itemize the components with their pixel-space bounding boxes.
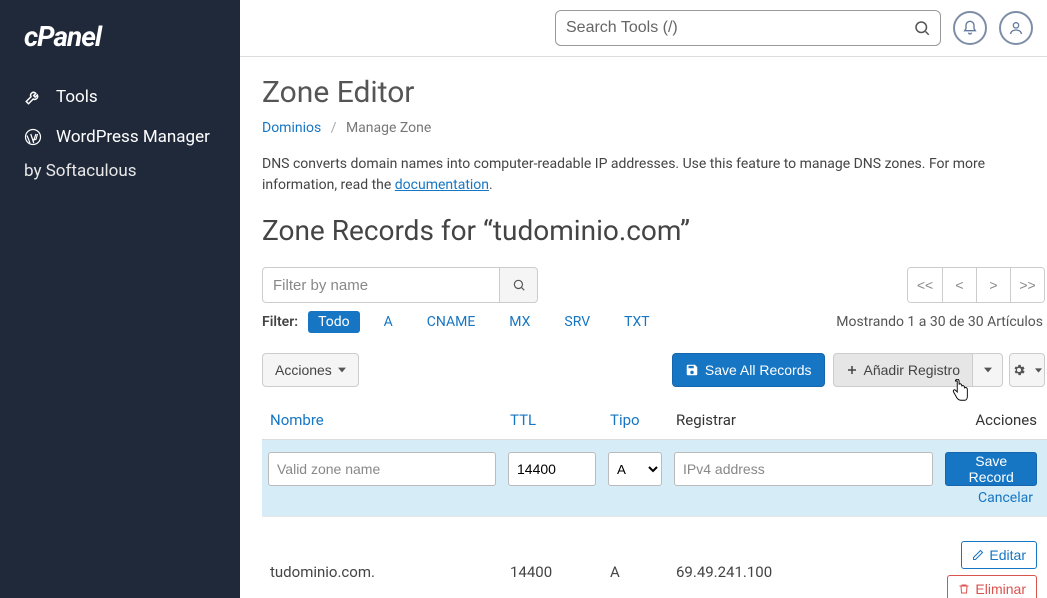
brand-logo: cPanel [0,0,240,77]
gear-icon [1012,363,1026,377]
records-title: Zone Records for “tudominio.com” [262,214,1047,247]
add-record-label: Añadir Registro [864,362,961,378]
caret-down-icon [1035,367,1042,374]
intro-prefix: DNS converts domain names into computer-… [262,156,985,193]
filter-type-mx[interactable]: MX [499,311,540,333]
pager-next[interactable]: > [976,268,1010,302]
filter-type-txt[interactable]: TXT [614,311,659,333]
intro-suffix: . [489,177,493,193]
trash-icon [958,583,970,595]
cell-type: A [602,517,668,598]
filter-type-todo[interactable]: Todo [308,311,360,333]
intro-text: DNS converts domain names into computer-… [262,154,1047,196]
filter-type-a[interactable]: A [374,311,403,333]
sidebar-item-wordpress[interactable]: WordPress Manager [0,117,240,157]
search-input[interactable] [555,10,941,46]
wordpress-icon [24,128,42,146]
account-button[interactable] [999,11,1033,45]
header-bar [240,0,1047,57]
tools-icon [24,88,42,106]
col-actions: Acciones [939,401,1047,440]
new-record-row-actions: Cancelar [262,490,1047,517]
new-record-ttl-input[interactable] [508,452,596,486]
search-icon [913,19,931,37]
sidebar-item-tools[interactable]: Tools [0,77,240,117]
actions-label: Acciones [275,362,332,378]
new-record-register-input[interactable] [674,452,933,486]
bell-icon [962,20,978,36]
table-row: tudominio.com. 14400 A 69.49.241.100 Edi… [262,517,1047,598]
actions-dropdown[interactable]: Acciones [262,353,359,387]
search-button[interactable] [909,15,935,41]
save-all-button[interactable]: Save All Records [672,353,825,387]
save-all-label: Save All Records [705,362,812,378]
edit-label: Editar [989,547,1026,563]
plus-icon [846,364,858,376]
new-record-name-input[interactable] [268,452,496,486]
records-table: Nombre TTL Tipo Registrar Acciones A [262,401,1047,598]
documentation-link[interactable]: documentation [395,177,489,193]
new-record-type-select[interactable]: A [608,452,662,486]
brand-text: cPanel [24,20,101,53]
add-record-dropdown[interactable] [973,353,1003,387]
delete-label: Eliminar [975,581,1026,597]
col-type[interactable]: Tipo [602,401,668,440]
pager-last[interactable]: >> [1010,268,1044,302]
breadcrumb: Dominios / Manage Zone [262,120,1047,136]
save-record-button[interactable]: Save Record [945,452,1037,486]
pencil-icon [972,549,984,561]
breadcrumb-current: Manage Zone [346,120,431,136]
cancel-link[interactable]: Cancelar [978,490,1041,506]
notifications-button[interactable] [953,11,987,45]
filter-input[interactable] [262,267,500,303]
sidebar-item-label: WordPress Manager [56,127,210,147]
col-ttl[interactable]: TTL [502,401,602,440]
edit-button[interactable]: Editar [961,541,1037,569]
cell-name: tudominio.com. [262,517,502,598]
breadcrumb-separator: / [331,120,337,136]
col-name[interactable]: Nombre [262,401,502,440]
pager-first[interactable]: << [908,268,942,302]
caret-down-icon [338,366,346,374]
new-record-row: A Save Record [262,440,1047,491]
showing-count: Mostrando 1 a 30 de 30 Artículos [836,314,1047,330]
filter-input-group [262,267,538,303]
breadcrumb-parent[interactable]: Dominios [262,120,321,136]
pager-prev[interactable]: < [942,268,976,302]
filter-search-button[interactable] [500,267,538,303]
filter-type-srv[interactable]: SRV [554,311,600,333]
sidebar-subline: by Softaculous [0,157,240,181]
pager: << < > >> [907,267,1045,303]
delete-button[interactable]: Eliminar [947,575,1037,598]
search-icon [500,278,537,292]
sidebar: cPanel Tools WordPress Manager by Softac… [0,0,240,598]
col-register: Registrar [668,401,939,440]
filter-label: Filter: [262,314,298,330]
cell-register: 69.49.241.100 [668,517,939,598]
save-icon [685,363,699,377]
search-wrap [555,10,941,46]
add-record-button[interactable]: Añadir Registro [833,353,974,387]
settings-button[interactable] [1009,353,1045,387]
caret-down-icon [984,366,992,374]
cell-ttl: 14400 [502,517,602,598]
page-title: Zone Editor [262,75,1047,110]
filter-type-cname[interactable]: CNAME [417,311,486,333]
sidebar-item-label: Tools [56,87,98,107]
user-icon [1008,20,1024,36]
